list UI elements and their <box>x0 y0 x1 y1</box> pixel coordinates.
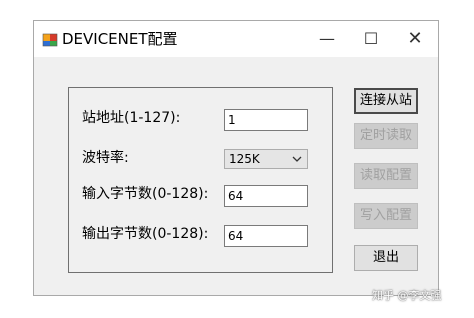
window-title: DEVICENET配置 <box>62 30 178 48</box>
baud-rate-select[interactable]: 125K <box>224 149 308 169</box>
devicenet-config-window: DEVICENET配置 — ☐ ✕ 站地址(1-127): 1 波特率: 125… <box>33 20 439 296</box>
chevron-down-icon <box>292 156 302 162</box>
minimize-button[interactable]: — <box>312 27 342 51</box>
devicenet-app-icon <box>42 33 58 47</box>
read-config-button[interactable]: 读取配置 <box>354 163 418 189</box>
baud-rate-selected-value: 125K <box>229 152 260 166</box>
write-config-button[interactable]: 写入配置 <box>354 203 418 229</box>
connect-slave-button[interactable]: 连接从站 <box>354 88 418 114</box>
input-bytes-input[interactable]: 64 <box>224 185 308 207</box>
baud-rate-label: 波特率: <box>82 150 129 166</box>
maximize-button[interactable]: ☐ <box>356 27 386 51</box>
station-address-input[interactable]: 1 <box>224 109 308 131</box>
close-button[interactable]: ✕ <box>400 27 430 51</box>
watermark: 知乎 @李文强 <box>372 289 442 302</box>
timed-read-button[interactable]: 定时读取 <box>354 123 418 149</box>
title-bar[interactable]: DEVICENET配置 — ☐ ✕ <box>34 21 438 57</box>
output-bytes-label: 输出字节数(0-128): <box>82 226 209 242</box>
input-bytes-label: 输入字节数(0-128): <box>82 186 209 202</box>
exit-button[interactable]: 退出 <box>354 245 418 271</box>
station-address-label: 站地址(1-127): <box>82 110 181 126</box>
output-bytes-input[interactable]: 64 <box>224 225 308 247</box>
